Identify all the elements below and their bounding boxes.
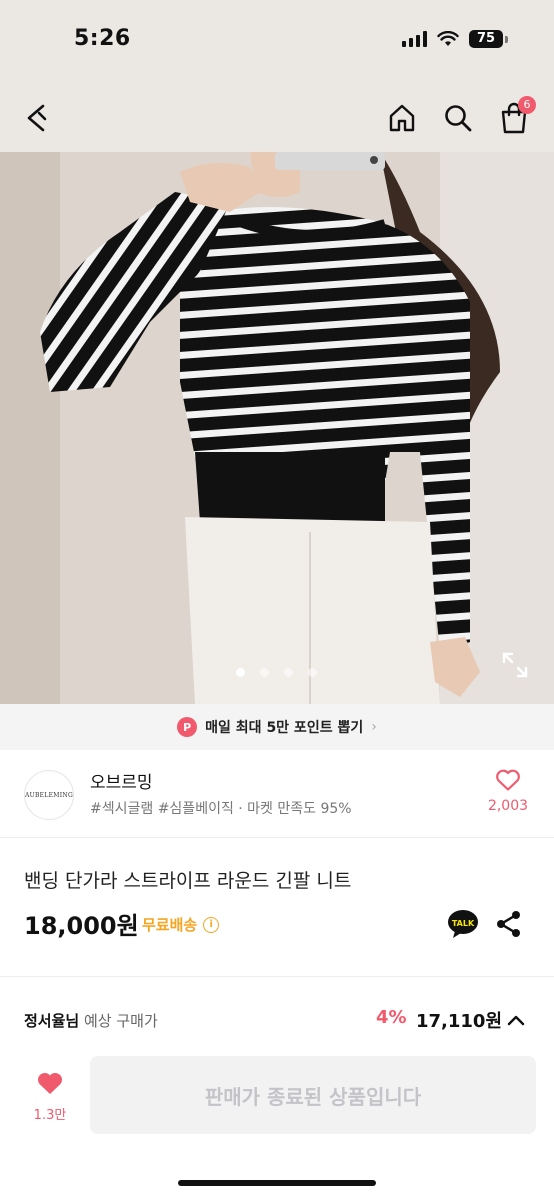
cart-button[interactable]: 6 (492, 96, 536, 140)
home-icon (389, 104, 415, 132)
shop-name[interactable]: 오브르밍 (90, 768, 153, 793)
wishlist-count: 1.3만 (33, 1108, 67, 1123)
chevron-right-icon: › (371, 719, 377, 735)
product-photo (0, 152, 554, 704)
chevron-up-icon[interactable] (504, 1008, 528, 1032)
discount-percent: 4% (376, 1007, 407, 1028)
point-icon: P (177, 717, 198, 737)
estimate-label: 예상 구매가 (79, 1012, 158, 1030)
pagination-dot[interactable] (236, 668, 245, 677)
pagination-dot[interactable] (308, 668, 317, 677)
free-shipping-label[interactable]: 무료배송 i (142, 914, 220, 935)
heart-icon (37, 1072, 63, 1094)
shop-logo[interactable]: AUBELEMING (24, 770, 74, 820)
estimated-price-label: 정서율님 예상 구매가 (24, 1010, 158, 1031)
home-button[interactable] (380, 96, 424, 140)
points-banner-text: 매일 최대 5만 포인트 뽑기 (205, 720, 364, 736)
bottom-action-bar: 1.3만 판매가 종료된 상품입니다 (0, 1046, 554, 1200)
wishlist-button[interactable]: 1.3만 (28, 1070, 72, 1123)
pagination-dot[interactable] (284, 668, 293, 677)
shop-tags: #섹시글램 #심플베이직 · 마켓 만족도 95% (90, 801, 352, 817)
search-button[interactable] (436, 96, 480, 140)
free-shipping-text: 무료배송 (142, 916, 198, 934)
info-icon[interactable]: i (203, 916, 220, 933)
back-button[interactable] (14, 96, 58, 140)
back-icon (27, 104, 47, 132)
status-icons: 75 (402, 30, 508, 48)
expand-icon[interactable] (500, 650, 530, 680)
section-divider (0, 976, 554, 977)
heart-outline-icon (496, 769, 520, 791)
pagination-dot[interactable] (260, 668, 269, 677)
points-event-banner[interactable]: P 매일 최대 5만 포인트 뽑기 › (0, 704, 554, 750)
shop-like-count: 2,003 (487, 798, 529, 814)
estimated-price: 17,110원 (416, 1011, 503, 1032)
battery-level: 75 (469, 30, 503, 48)
signal-icon (402, 31, 427, 47)
battery-icon: 75 (469, 30, 508, 48)
estimated-price-row[interactable]: 정서율님 예상 구매가 4% 17,110원 (0, 996, 554, 1046)
search-icon (445, 105, 472, 132)
cart-count-badge: 6 (518, 96, 536, 114)
share-icon[interactable] (494, 909, 524, 939)
user-name: 정서율님 (24, 1012, 80, 1030)
status-time: 5:26 (74, 26, 131, 51)
sold-out-button[interactable]: 판매가 종료된 상품입니다 (90, 1056, 536, 1134)
status-bar: 5:26 75 (0, 0, 554, 84)
product-image[interactable] (0, 152, 554, 704)
kakao-talk-icon[interactable]: TALK (446, 907, 480, 941)
home-indicator (178, 1180, 376, 1186)
shop-info[interactable]: AUBELEMING 오브르밍 #섹시글램 #심플베이직 · 마켓 만족도 95… (0, 750, 554, 838)
product-price: 18,000원 (24, 912, 139, 940)
wifi-icon (437, 31, 459, 46)
image-pagination (236, 668, 317, 677)
product-title: 밴딩 단가라 스트라이프 라운드 긴팔 니트 (24, 870, 352, 892)
shop-like-button[interactable]: 2,003 (478, 768, 538, 814)
kakao-talk-label: TALK (452, 919, 475, 928)
top-nav-bar: 6 (0, 84, 554, 152)
